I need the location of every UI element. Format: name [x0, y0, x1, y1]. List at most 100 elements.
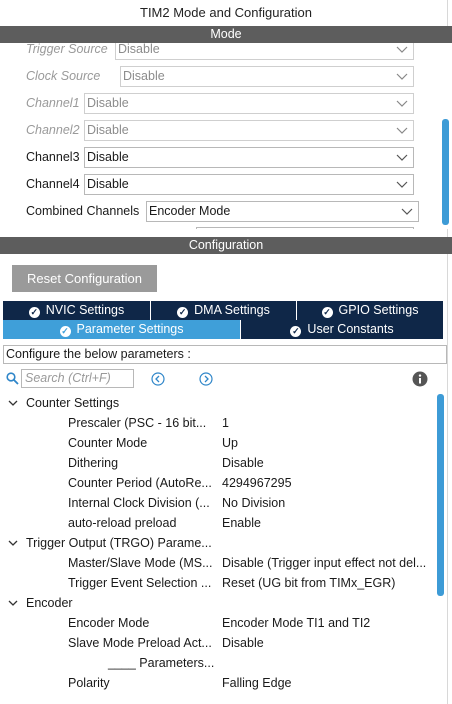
mode-row-channel4: Channel4 Disable — [0, 174, 430, 196]
param-row-counter-mode[interactable]: Counter Mode Up — [0, 433, 434, 453]
tab-gpio-label: GPIO Settings — [338, 303, 419, 317]
combined-channels-select[interactable]: Encoder Mode — [146, 201, 419, 222]
group-encoder-label: Encoder — [26, 596, 73, 610]
chevron-down-icon — [396, 181, 408, 188]
group-counter-label: Counter Settings — [26, 396, 120, 410]
mode-panel: Trigger Source Disable Clock Source Disa… — [0, 43, 452, 229]
param-row-auto-reload[interactable]: auto-reload preload Enable — [0, 513, 434, 533]
param-row-dithering[interactable]: Dithering Disable — [0, 453, 434, 473]
channel3-value: Disable — [87, 150, 129, 164]
combined-channels-label: Combined Channels — [26, 204, 140, 218]
info-icon[interactable] — [412, 371, 428, 387]
param-name: Prescaler (PSC - 16 bit... — [68, 416, 207, 430]
param-value[interactable]: Falling Edge — [222, 673, 434, 693]
combined-channels-value: Encoder Mode — [149, 204, 231, 218]
prev-arrow-icon[interactable] — [151, 372, 165, 386]
subgroup-parameters[interactable]: ____ Parameters... — [0, 653, 434, 673]
check-circle-icon: ✓ — [290, 326, 302, 337]
param-name: auto-reload preload — [68, 516, 177, 530]
mode-row-clock-source: Clock Source Disable — [0, 66, 430, 88]
param-value[interactable]: 4294967295 — [222, 473, 434, 493]
search-icon — [6, 372, 19, 385]
tab-nvic-settings[interactable]: ✓ NVIC Settings — [3, 301, 151, 320]
param-row-trigger-event[interactable]: Trigger Event Selection ... Reset (UG bi… — [0, 573, 434, 593]
mode-row-trigger-source: Trigger Source Disable — [0, 43, 430, 61]
channel3-select[interactable]: Disable — [84, 147, 414, 168]
subgroup-label: ____ Parameters... — [108, 656, 215, 670]
param-name: Trigger Event Selection ... — [68, 576, 212, 590]
configuration-header: Configuration — [0, 237, 452, 254]
param-value[interactable]: No Division — [222, 493, 434, 513]
clock-source-select[interactable]: Disable — [120, 66, 414, 87]
param-value[interactable]: Up — [222, 433, 434, 453]
reset-configuration-button[interactable]: Reset Configuration — [12, 265, 157, 292]
param-row-slave-preload[interactable]: Slave Mode Preload Act... Disable — [0, 633, 434, 653]
check-circle-icon: ✓ — [28, 307, 40, 318]
trigger-source-label: Trigger Source — [26, 43, 108, 56]
group-trgo-parameters[interactable]: Trigger Output (TRGO) Parame... — [0, 533, 434, 553]
param-value[interactable]: Reset (UG bit from TIMx_EGR) — [222, 573, 434, 593]
chevron-down-icon — [396, 73, 408, 80]
next-arrow-icon[interactable] — [199, 372, 213, 386]
group-trgo-label: Trigger Output (TRGO) Parame... — [26, 536, 212, 550]
param-row-polarity[interactable]: Polarity Falling Edge — [0, 673, 434, 693]
clock-source-value: Disable — [123, 69, 165, 83]
collapse-icon[interactable] — [8, 600, 18, 607]
param-row-master-slave[interactable]: Master/Slave Mode (MS... Disable (Trigge… — [0, 553, 434, 573]
param-name: Polarity — [68, 676, 110, 690]
tab-dma-settings[interactable]: ✓ DMA Settings — [151, 301, 297, 320]
group-encoder[interactable]: Encoder — [0, 593, 434, 613]
channel2-label: Channel2 — [26, 123, 80, 137]
mode-row-channel1: Channel1 Disable — [0, 93, 430, 115]
mode-row-channel2: Channel2 Disable — [0, 120, 430, 142]
tab-user-constants-label: User Constants — [307, 322, 394, 336]
parameters-scrollbar[interactable] — [437, 394, 444, 596]
param-name: Slave Mode Preload Act... — [68, 636, 212, 650]
channel3-label: Channel3 — [26, 150, 80, 164]
param-value[interactable]: Disable — [222, 633, 434, 653]
group-counter-settings[interactable]: Counter Settings — [0, 393, 434, 413]
collapse-icon[interactable] — [8, 400, 18, 407]
channel4-select[interactable]: Disable — [84, 174, 414, 195]
channel4-value: Disable — [87, 177, 129, 191]
tab-nvic-label: NVIC Settings — [45, 303, 125, 317]
param-name: Counter Period (AutoRe... — [68, 476, 212, 490]
param-value[interactable]: Disable (Trigger input effect not del... — [222, 553, 434, 573]
tab-parameter-label: Parameter Settings — [76, 322, 184, 336]
tab-parameter-settings[interactable]: ✓ Parameter Settings — [3, 320, 241, 339]
hidden-row-select — [196, 227, 414, 229]
tab-gpio-settings[interactable]: ✓ GPIO Settings — [297, 301, 444, 320]
param-value[interactable]: Enable — [222, 513, 434, 533]
channel2-value: Disable — [87, 123, 129, 137]
trigger-source-value: Disable — [118, 43, 160, 56]
param-row-clock-division[interactable]: Internal Clock Division (... No Division — [0, 493, 434, 513]
window-title: TIM2 Mode and Configuration — [0, 0, 452, 26]
configure-note: Configure the below parameters : — [3, 345, 447, 364]
param-row-encoder-mode[interactable]: Encoder Mode Encoder Mode TI1 and TI2 — [0, 613, 434, 633]
channel1-select[interactable]: Disable — [84, 93, 414, 114]
search-input[interactable]: Search (Ctrl+F) — [21, 369, 134, 388]
param-name: Encoder Mode — [68, 616, 150, 630]
param-value[interactable]: Encoder Mode TI1 and TI2 — [222, 613, 434, 633]
chevron-down-icon — [396, 100, 408, 107]
channel2-select[interactable]: Disable — [84, 120, 414, 141]
check-circle-icon: ✓ — [321, 307, 333, 318]
param-value[interactable]: 1 — [222, 413, 434, 433]
param-row-prescaler[interactable]: Prescaler (PSC - 16 bit... 1 — [0, 413, 434, 433]
chevron-down-icon — [396, 154, 408, 161]
channel4-label: Channel4 — [26, 177, 80, 191]
param-name: Master/Slave Mode (MS... — [68, 556, 213, 570]
clock-source-label: Clock Source — [26, 69, 101, 83]
trigger-source-select[interactable]: Disable — [115, 43, 414, 60]
tab-dma-label: DMA Settings — [194, 303, 270, 317]
collapse-icon[interactable] — [8, 540, 18, 547]
chevron-down-icon — [401, 208, 413, 215]
mode-row-combined-channels: Combined Channels Encoder Mode — [0, 201, 430, 223]
check-circle-icon: ✓ — [59, 326, 71, 337]
tab-user-constants[interactable]: ✓ User Constants — [241, 320, 444, 339]
mode-row-channel3: Channel3 Disable — [0, 147, 430, 169]
param-row-counter-period[interactable]: Counter Period (AutoRe... 4294967295 — [0, 473, 434, 493]
mode-header: Mode — [0, 26, 452, 43]
mode-scrollbar[interactable] — [442, 119, 449, 225]
param-value[interactable]: Disable — [222, 453, 434, 473]
